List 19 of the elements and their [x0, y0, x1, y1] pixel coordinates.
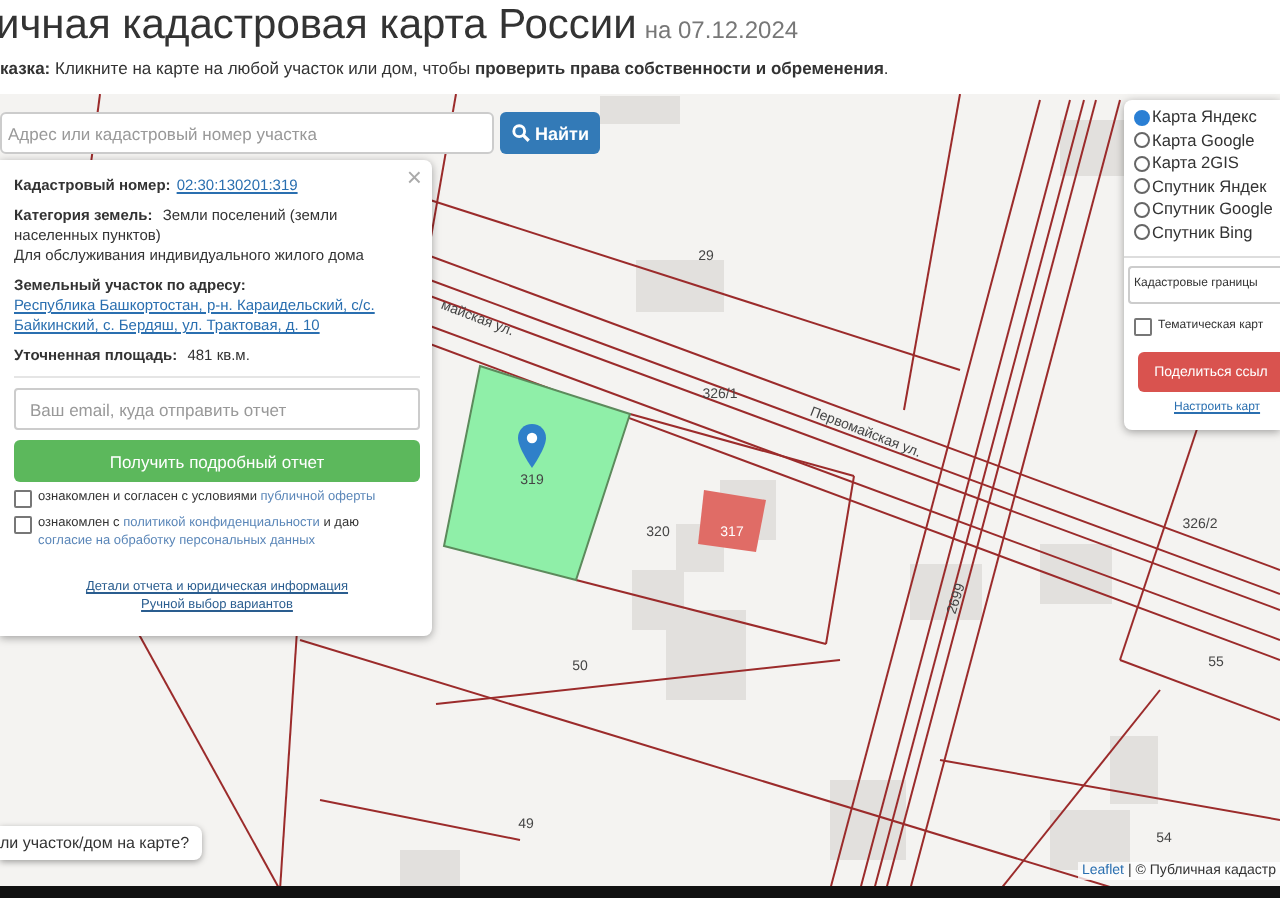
- checkbox[interactable]: [14, 516, 32, 534]
- selected-parcel[interactable]: [442, 364, 632, 582]
- map-layer-option[interactable]: Спутник Яндек: [1134, 175, 1280, 198]
- search-field[interactable]: Адрес или кадастровый номер участка: [0, 112, 494, 154]
- hint-text: казка: Кликните на карте на любой участок или дом, чтобы проверить права собственности и обременения.: [0, 58, 891, 78]
- map-layer-option[interactable]: Спутник Bing: [1134, 221, 1280, 244]
- map-layer-option[interactable]: Спутник Google: [1134, 198, 1280, 221]
- search-icon: [511, 124, 529, 142]
- not-found-button[interactable]: ли участок/дом на карте?: [0, 826, 202, 860]
- map-pin-icon[interactable]: [518, 424, 546, 468]
- map-layer-option[interactable]: Карта 2GIS: [1134, 152, 1280, 175]
- highlighted-building[interactable]: [698, 490, 766, 552]
- checkbox[interactable]: [1134, 318, 1152, 336]
- map-layer-option[interactable]: Карта Google: [1134, 129, 1280, 152]
- map-layer-option[interactable]: Карта Яндекс: [1134, 106, 1280, 129]
- search-button[interactable]: Найти: [500, 112, 600, 154]
- checkbox[interactable]: [14, 490, 32, 508]
- date-label: на 07.12.2024: [644, 16, 799, 44]
- email-field[interactable]: Ваш email, куда отправить отчет: [14, 388, 420, 430]
